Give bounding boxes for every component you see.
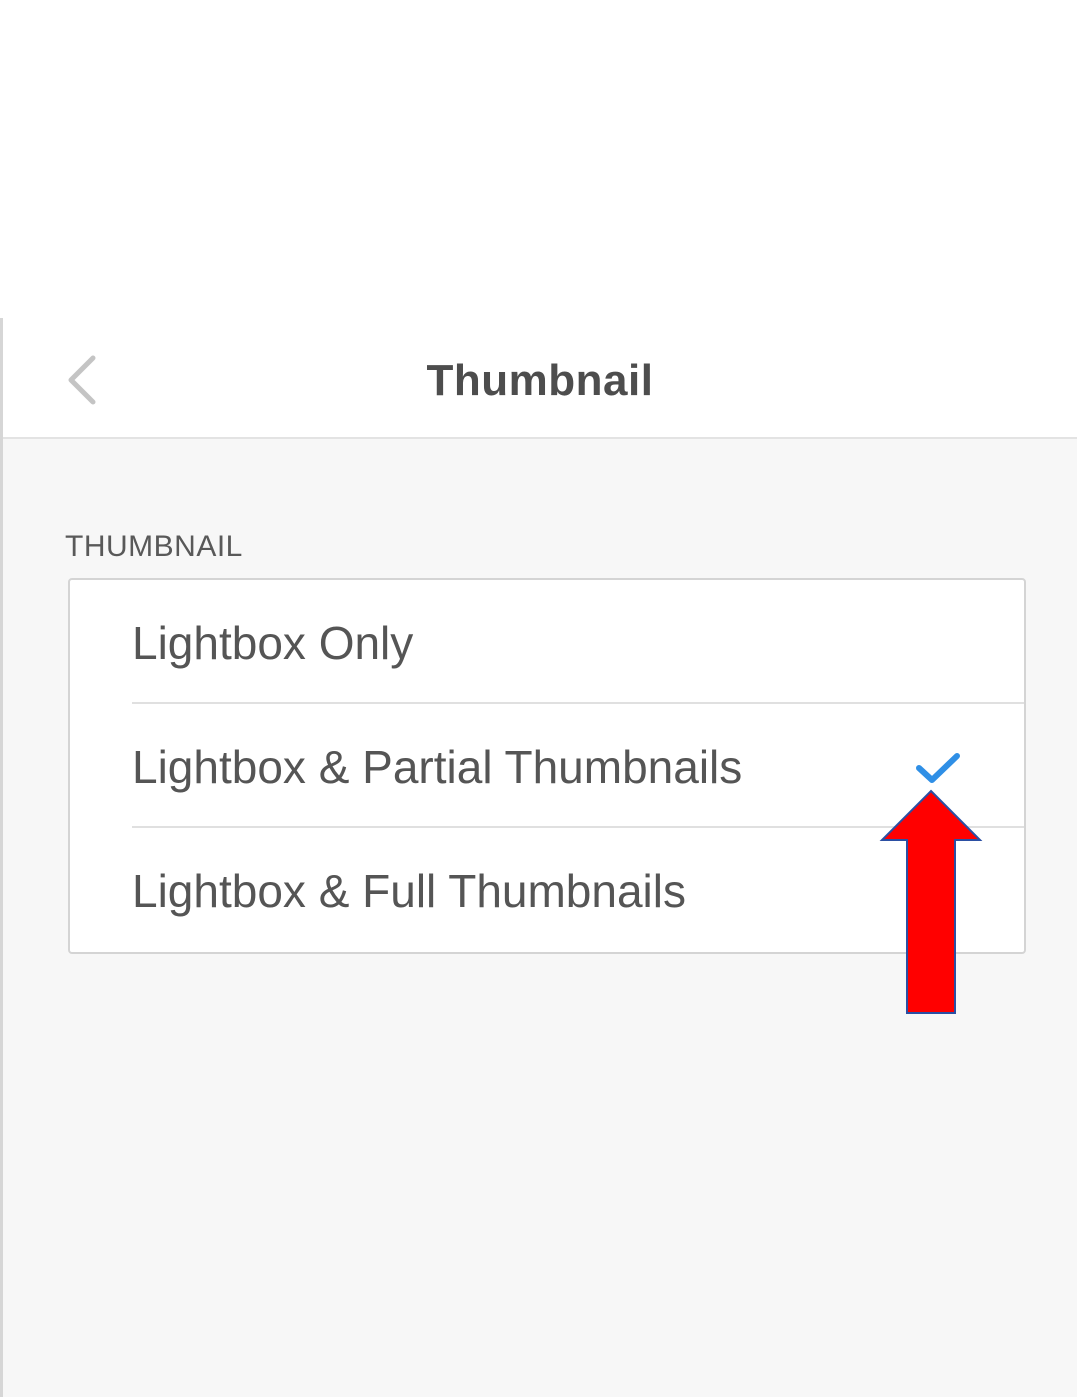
checkmark-icon (916, 753, 960, 783)
page: Thumbnail THUMBNAIL Lightbox Only Lightb… (0, 0, 1077, 1397)
option-label: Lightbox & Partial Thumbnails (132, 741, 743, 793)
option-lightbox-only[interactable]: Lightbox Only (70, 580, 1024, 704)
page-title: Thumbnail (426, 356, 654, 405)
option-label: Lightbox & Full Thumbnails (132, 865, 686, 917)
panel-header: Thumbnail (3, 318, 1077, 439)
red-up-arrow-icon (879, 789, 983, 1014)
option-label: Lightbox Only (132, 617, 414, 669)
section-label: THUMBNAIL (65, 530, 243, 563)
